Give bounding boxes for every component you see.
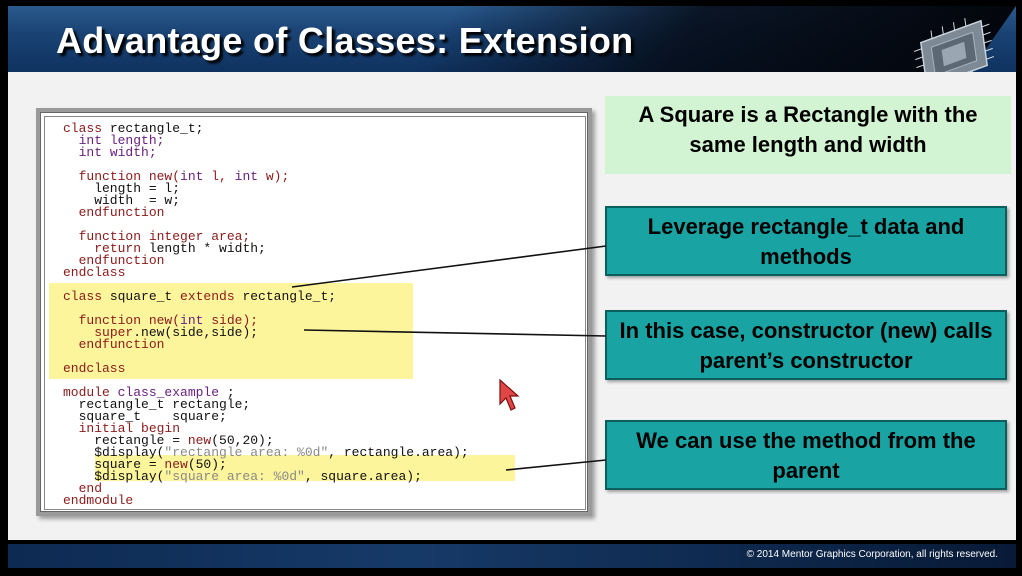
code-token: "square area: %0d" bbox=[164, 469, 305, 484]
code-panel-inner: class rectangle_t; int length; int width… bbox=[44, 116, 586, 510]
code-token: int bbox=[234, 169, 266, 184]
code-line: endclass bbox=[63, 265, 469, 280]
slide-content: class rectangle_t; int length; int width… bbox=[8, 72, 1016, 540]
title-bar: Advantage of Classes: Extension bbox=[8, 6, 1016, 72]
code-token: endclass bbox=[63, 265, 126, 280]
code-line: class square_t extends rectangle_t; bbox=[63, 289, 469, 304]
code-token: length * width; bbox=[148, 241, 266, 256]
code-line: $display("square area: %0d", square.area… bbox=[63, 469, 469, 484]
code-token: w); bbox=[265, 169, 290, 184]
code-token: endclass bbox=[63, 361, 126, 376]
code-token: , square.area); bbox=[304, 469, 422, 484]
slide-title: Advantage of Classes: Extension bbox=[56, 20, 634, 61]
mouse-pointer-icon bbox=[499, 378, 520, 411]
code-line: endmodule bbox=[63, 493, 469, 508]
slide: Advantage of Classes: Extension class re… bbox=[8, 0, 1016, 576]
code-token: endfunction bbox=[78, 337, 165, 352]
callout-leverage: Leverage rectangle_t data and methods bbox=[605, 206, 1007, 276]
code-token: square_t bbox=[109, 289, 181, 304]
code-block: class rectangle_t; int length; int width… bbox=[63, 122, 469, 508]
callout-method: We can use the method from the parent bbox=[605, 420, 1007, 490]
callout-square-note: A Square is a Rectangle with the same le… bbox=[605, 96, 1011, 174]
code-token: endfunction bbox=[78, 205, 165, 220]
code-token: , rectangle.area); bbox=[328, 445, 469, 460]
copyright-text: © 2014 Mentor Graphics Corporation, all … bbox=[746, 549, 998, 560]
footer-bar: © 2014 Mentor Graphics Corporation, all … bbox=[8, 544, 1016, 568]
code-token: l, bbox=[211, 169, 235, 184]
code-token: int width; bbox=[78, 145, 157, 160]
code-line: endfunction bbox=[63, 337, 469, 352]
microchip-graphic-icon bbox=[914, 17, 994, 72]
code-line: endfunction bbox=[63, 205, 469, 220]
code-token: endmodule bbox=[63, 493, 134, 508]
callout-constructor: In this case, constructor (new) calls pa… bbox=[605, 310, 1007, 380]
code-token: int bbox=[180, 169, 212, 184]
code-panel: class rectangle_t; int length; int width… bbox=[36, 108, 592, 516]
code-token: extends bbox=[180, 289, 243, 304]
code-line: endclass bbox=[63, 361, 469, 376]
code-token: rectangle_t; bbox=[242, 289, 337, 304]
code-line: int width; bbox=[63, 145, 469, 160]
